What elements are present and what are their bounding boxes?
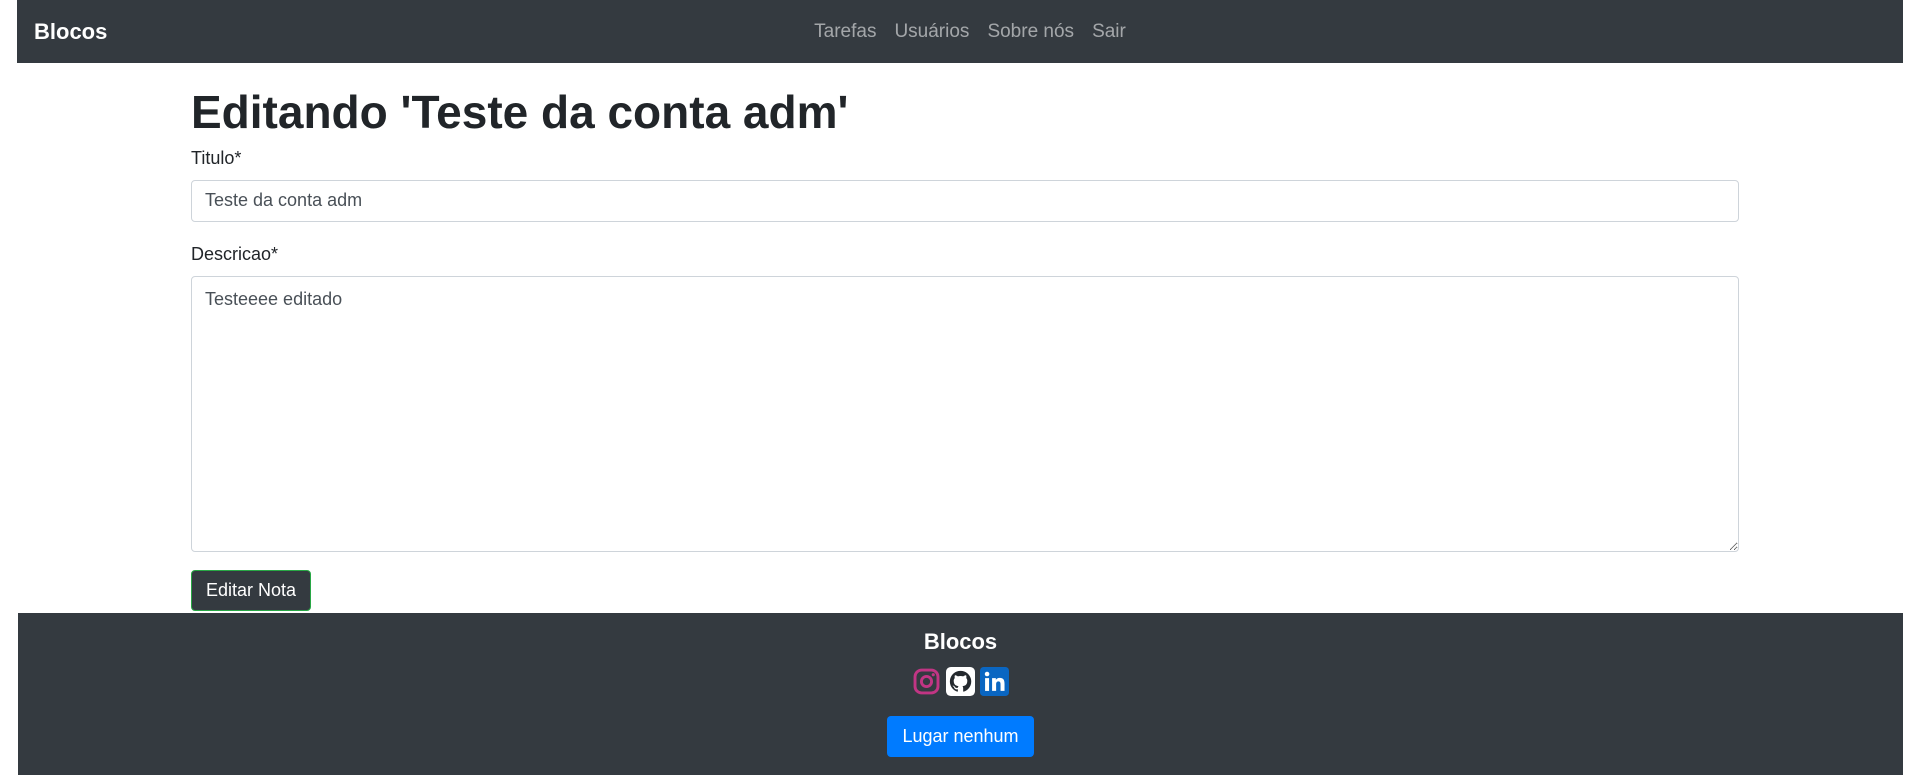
nav-link-sair[interactable]: Sair	[1092, 21, 1126, 43]
description-label: Descricao*	[191, 243, 279, 264]
edit-note-button[interactable]: Editar Nota	[191, 569, 312, 611]
nav-link-sobre-nos[interactable]: Sobre nós	[987, 21, 1074, 43]
description-textarea[interactable]: Testeeee editado	[191, 275, 1739, 552]
page-title: Editando 'Teste da conta adm'	[191, 86, 849, 138]
nav-link-usuarios[interactable]: Usuários	[894, 21, 969, 43]
social-links	[18, 667, 1903, 696]
linkedin-icon[interactable]	[980, 667, 1009, 696]
footer-title: Blocos	[923, 629, 998, 654]
edit-note-form: Titulo* Descricao* Testeeee editado Edit…	[191, 148, 1739, 611]
footer: Blocos Lugar nenhum	[18, 613, 1903, 775]
title-input[interactable]	[191, 179, 1739, 222]
instagram-icon[interactable]	[912, 667, 941, 696]
title-label: Titulo*	[191, 147, 242, 168]
lugar-nenhum-button[interactable]: Lugar nenhum	[887, 716, 1034, 757]
main-content: Editando 'Teste da conta adm' Titulo* De…	[191, 63, 1739, 611]
github-icon[interactable]	[946, 667, 975, 696]
nav-link-tarefas[interactable]: Tarefas	[814, 21, 876, 43]
nav-links: Tarefas Usuários Sobre nós Sair	[17, 0, 1903, 63]
top-navbar: Blocos Tarefas Usuários Sobre nós Sair	[17, 0, 1903, 63]
